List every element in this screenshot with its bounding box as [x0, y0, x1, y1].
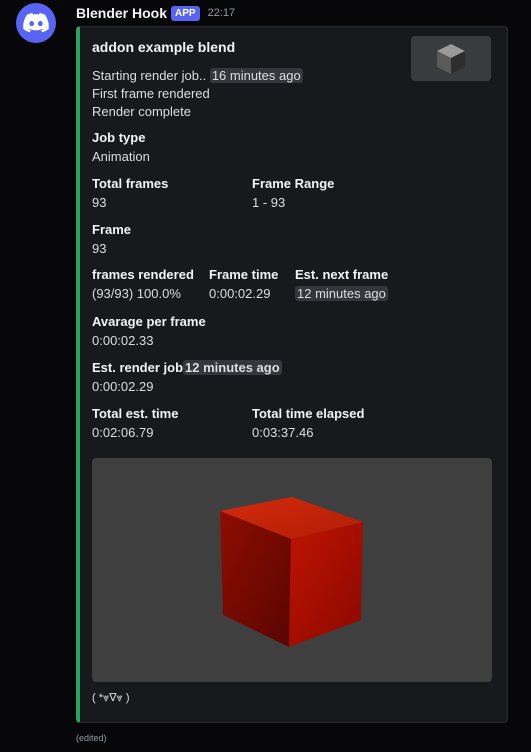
relative-timestamp[interactable]: 16 minutes ago [209, 68, 303, 83]
discord-logo-icon [23, 13, 49, 33]
app-badge: APP [171, 5, 200, 21]
field-name: Total frames [92, 176, 169, 191]
embed-description: Starting render job.. 16 minutes ago Fir… [92, 67, 303, 121]
username[interactable]: Blender Hook [76, 5, 167, 21]
bot-avatar[interactable] [16, 3, 56, 43]
field-value: 0:02:06.79 [92, 425, 154, 440]
embed-card: addon example blend Starting render job.… [76, 26, 508, 723]
field-total-est-time: Total est. time 0:02:06.79 [92, 404, 178, 442]
cube-thumbnail-icon [437, 43, 465, 74]
field-frame: Frame 93 [92, 220, 131, 258]
field-name: Avarage per frame [92, 314, 206, 329]
message-header: Blender Hook APP 22:17 [76, 4, 235, 22]
desc-line-first-frame: First frame rendered [92, 86, 210, 101]
embed-title: addon example blend [92, 39, 236, 55]
field-name: Total est. time [92, 406, 179, 421]
field-est-render-job: Est. render job 12 minutes ago 0:00:02.29 [92, 358, 282, 396]
embed-thumbnail[interactable] [411, 36, 491, 81]
field-name: Est. render job [92, 360, 184, 375]
field-value: 0:03:37.46 [252, 425, 314, 440]
field-frame-time: Frame time 0:00:02.29 [209, 265, 278, 303]
field-name: Est. next frame [295, 267, 389, 282]
field-value: 1 - 93 [252, 195, 286, 210]
relative-timestamp[interactable]: 12 minutes ago [183, 360, 282, 375]
message-timestamp[interactable]: 22:17 [208, 7, 236, 19]
embed-footer: ( *⩔∇⩔ ) [92, 692, 130, 704]
edited-label: (edited) [76, 733, 107, 743]
desc-line-complete: Render complete [92, 104, 191, 119]
field-name: frames rendered [92, 267, 194, 282]
field-value: 0:00:02.33 [92, 333, 154, 348]
desc-line-starting: Starting render job.. [92, 68, 207, 83]
field-est-next-frame: Est. next frame 12 minutes ago [295, 265, 388, 303]
field-total-time-elapsed: Total time elapsed 0:03:37.46 [252, 404, 364, 442]
field-name: Frame time [209, 267, 279, 282]
field-value: 0:00:02.29 [92, 379, 154, 394]
relative-timestamp[interactable]: 12 minutes ago [295, 286, 388, 301]
field-value: Animation [92, 149, 150, 164]
field-name: Job type [92, 130, 146, 145]
field-frame-range: Frame Range 1 - 93 [252, 174, 334, 212]
field-total-frames: Total frames 93 [92, 174, 168, 212]
embed-image[interactable] [92, 458, 492, 682]
field-name: Total time elapsed [252, 406, 365, 421]
field-name: Frame [92, 222, 132, 237]
field-average-per-frame: Avarage per frame 0:00:02.33 [92, 312, 206, 350]
field-frames-rendered: frames rendered (93/93) 100.0% [92, 265, 194, 303]
field-name: Frame Range [252, 176, 335, 191]
field-value: 0:00:02.29 [209, 286, 271, 301]
field-value: (93/93) 100.0% [92, 286, 181, 301]
field-value: 93 [92, 195, 107, 210]
red-cube-render [220, 497, 363, 647]
field-job-type: Job type Animation [92, 128, 150, 166]
field-value: 93 [92, 241, 107, 256]
